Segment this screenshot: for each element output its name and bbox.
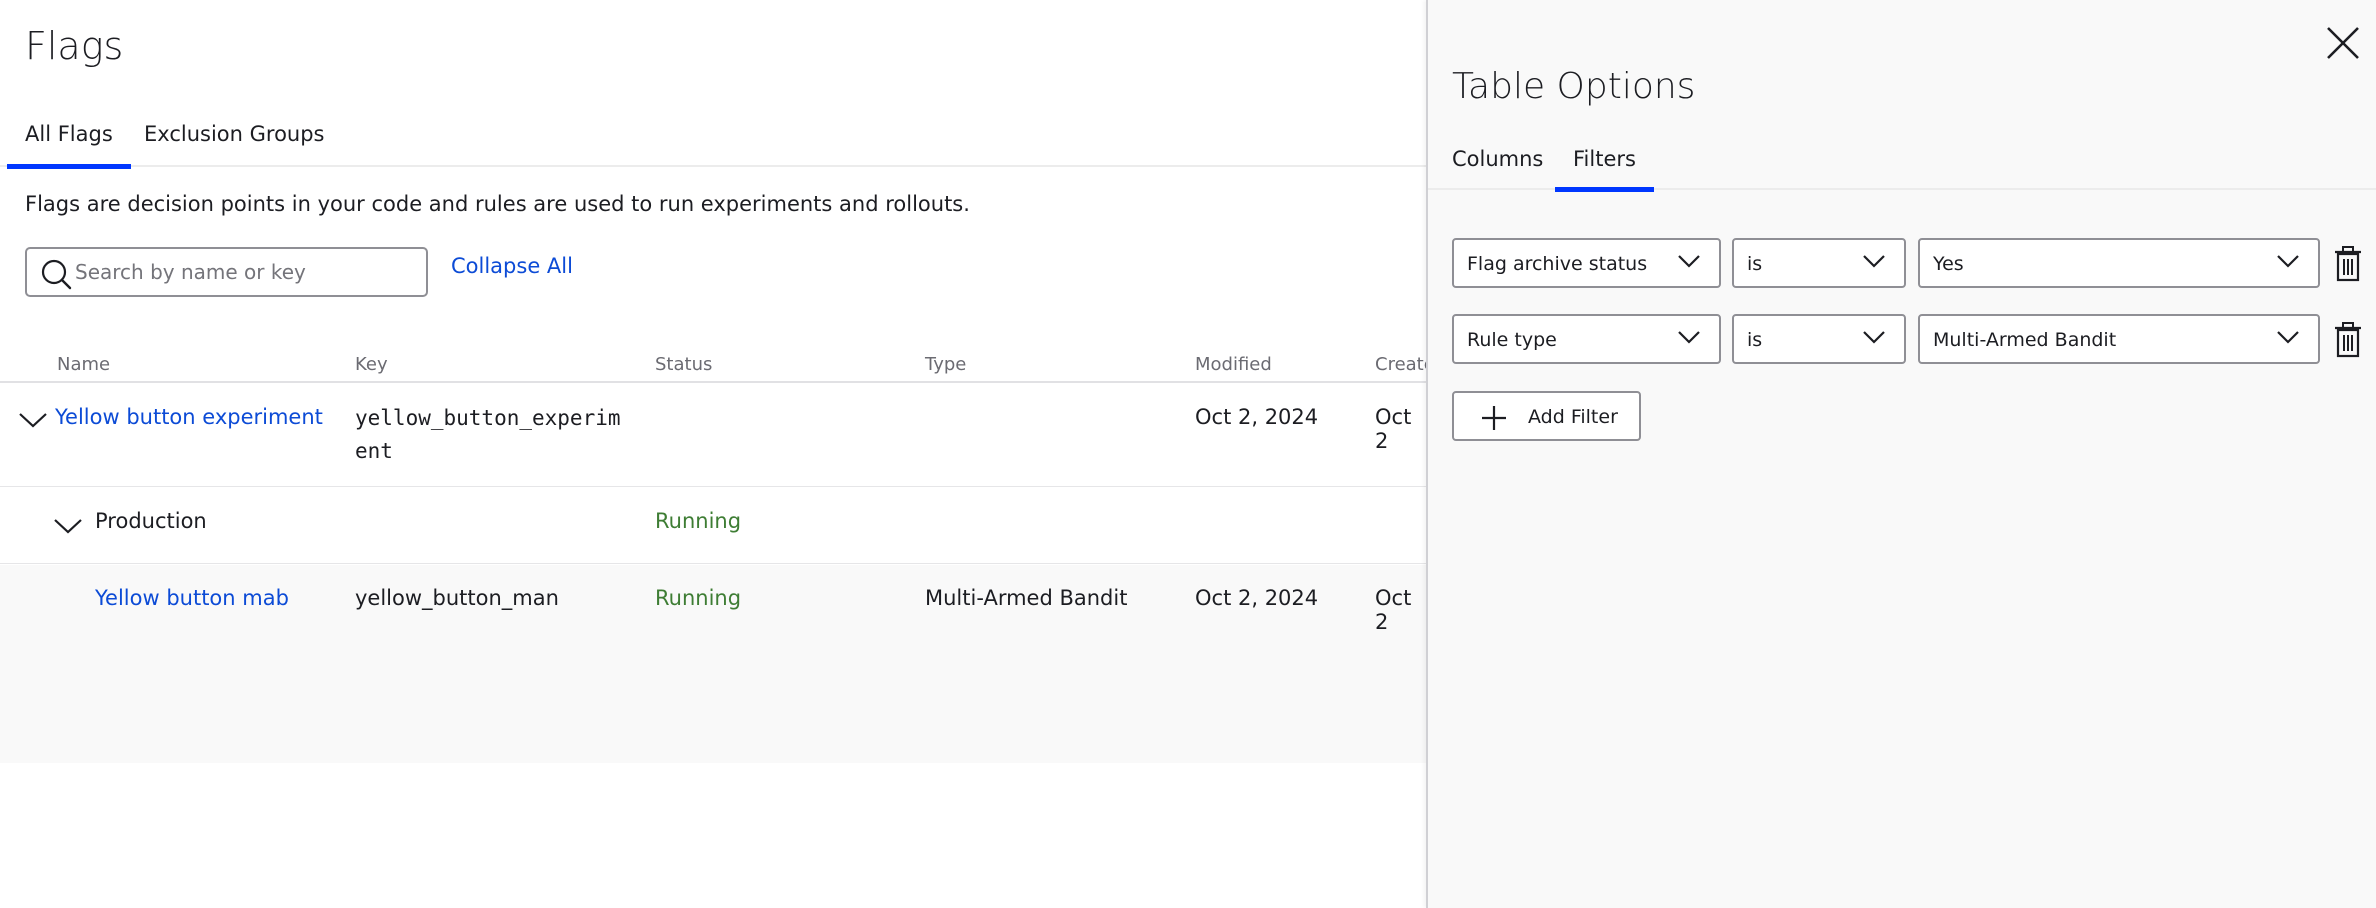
tab-filters[interactable]: Filters [1555, 147, 1654, 192]
flag-key: yellow_button_experim ent [355, 402, 621, 468]
filter-operator-value: is [1747, 329, 1763, 351]
rule-modified-date: Oct 2, 2024 [1195, 586, 1319, 610]
chevron-down-icon[interactable] [18, 411, 48, 429]
page-description: Flags are decision points in your code a… [25, 192, 970, 216]
trash-icon[interactable] [2333, 322, 2363, 358]
flag-key-line: ent [355, 439, 393, 463]
tab-columns[interactable]: Columns [1452, 147, 1543, 190]
filter-operator-select[interactable]: is [1732, 314, 1906, 364]
chevron-down-icon [2277, 331, 2299, 344]
column-header-type[interactable]: Type [925, 354, 966, 375]
panel-title: Table Options [1452, 66, 1696, 107]
column-header-name[interactable]: Name [57, 354, 110, 375]
filter-field-value: Rule type [1467, 329, 1557, 351]
column-header-modified[interactable]: Modified [1195, 354, 1272, 375]
tab-exclusion-groups[interactable]: Exclusion Groups [144, 122, 325, 167]
rule-name-link[interactable]: Yellow button mab [95, 586, 289, 610]
table-row: Production Running [0, 488, 1426, 564]
plus-icon [1482, 406, 1506, 430]
chevron-down-icon [1863, 331, 1885, 344]
search-icon [41, 259, 72, 290]
filter-value-select[interactable]: Multi-Armed Bandit [1918, 314, 2320, 364]
chevron-down-icon[interactable] [53, 517, 83, 535]
filter-field-value: Flag archive status [1467, 253, 1648, 275]
close-icon[interactable] [2322, 22, 2364, 64]
panel-tabs: Columns Filters [1428, 140, 2376, 192]
filter-operator-value: is [1747, 253, 1763, 275]
filter-value-value: Yes [1933, 253, 1964, 275]
filter-field-select[interactable]: Flag archive status [1452, 238, 1721, 288]
page-title: Flags [25, 24, 124, 68]
filter-field-select[interactable]: Rule type [1452, 314, 1721, 364]
add-filter-label: Add Filter [1528, 406, 1618, 428]
flag-key-line: yellow_button_experim [355, 406, 621, 430]
status-badge: Running [655, 509, 742, 533]
chevron-down-icon [1863, 255, 1885, 268]
filter-value-select[interactable]: Yes [1918, 238, 2320, 288]
search-input[interactable] [75, 249, 420, 295]
tab-all-flags[interactable]: All Flags [7, 122, 131, 169]
rule-created-date: Oct 2 [1375, 586, 1412, 634]
rule-key: yellow_button_man [355, 586, 559, 610]
table-options-panel: Table Options Columns Filters Flag archi… [1426, 0, 2376, 908]
main-content: Flags All Flags Exclusion Groups Flags a… [0, 0, 1435, 908]
chevron-down-icon [1678, 331, 1700, 344]
collapse-all-link[interactable]: Collapse All [451, 254, 573, 278]
rule-type: Multi-Armed Bandit [925, 586, 1128, 610]
chevron-down-icon [1678, 255, 1700, 268]
column-header-key[interactable]: Key [355, 354, 388, 375]
page-tabs: All Flags Exclusion Groups [0, 112, 1426, 169]
table-row: Yellow button experiment yellow_button_e… [0, 383, 1426, 487]
environment-name: Production [95, 509, 207, 533]
flag-created-date: Oct 2 [1375, 405, 1412, 453]
column-header-status[interactable]: Status [655, 354, 712, 375]
status-badge: Running [655, 586, 742, 610]
filter-value-value: Multi-Armed Bandit [1933, 329, 2117, 351]
search-box[interactable] [25, 247, 428, 297]
table-row: Yellow button mab yellow_button_man Runn… [0, 565, 1426, 763]
filter-operator-select[interactable]: is [1732, 238, 1906, 288]
flag-modified-date: Oct 2, 2024 [1195, 405, 1319, 429]
flag-name-link[interactable]: Yellow button experiment [55, 405, 323, 429]
trash-icon[interactable] [2333, 246, 2363, 282]
add-filter-button[interactable]: Add Filter [1452, 391, 1641, 441]
chevron-down-icon [2277, 255, 2299, 268]
